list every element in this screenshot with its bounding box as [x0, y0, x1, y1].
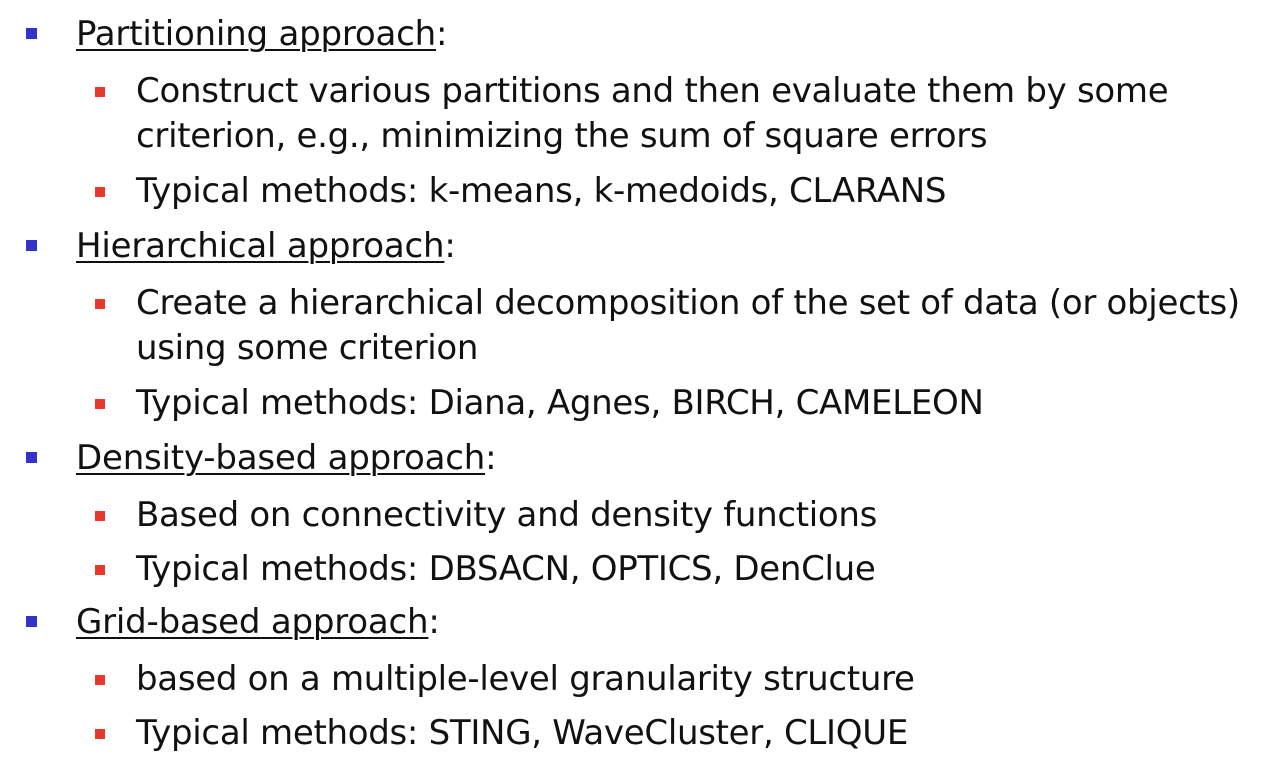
list-item-text: Typical methods: Diana, Agnes, BIRCH, CA… — [136, 383, 984, 423]
square-bullet-icon — [26, 452, 37, 463]
square-bullet-icon — [26, 240, 37, 251]
section-hierarchical: Hierarchical approach: Create a hierarch… — [0, 226, 1269, 423]
square-bullet-icon — [95, 675, 105, 685]
heading-label: Partitioning approach — [76, 14, 436, 54]
section-density-based: Density-based approach: Based on connect… — [0, 438, 1269, 589]
square-bullet-icon — [26, 28, 37, 39]
square-bullet-icon — [95, 565, 105, 575]
list-item-text: based on a multiple-level granularity st… — [136, 659, 915, 699]
list-item-text: Typical methods: STING, WaveCluster, CLI… — [136, 713, 909, 753]
heading-colon: : — [436, 14, 448, 54]
section-heading: Grid-based approach: — [0, 602, 1269, 646]
list-item-text: Typical methods: DBSACN, OPTICS, DenClue — [136, 549, 876, 589]
heading-label: Density-based approach — [76, 438, 486, 478]
section-grid-based: Grid-based approach: based on a multiple… — [0, 602, 1269, 753]
square-bullet-icon — [95, 299, 105, 309]
heading-text: Hierarchical approach: — [76, 226, 456, 266]
heading-colon: : — [444, 226, 456, 266]
list-item-text: Construct various partitions and then ev… — [136, 71, 1169, 156]
section-heading: Hierarchical approach: — [0, 226, 1269, 270]
heading-colon: : — [428, 602, 440, 642]
slide: Partitioning approach: Construct various… — [0, 0, 1269, 770]
list-item-text: Based on connectivity and density functi… — [136, 495, 878, 535]
square-bullet-icon — [95, 399, 105, 409]
heading-label: Hierarchical approach — [76, 226, 445, 266]
heading-colon: : — [485, 438, 497, 478]
heading-text: Grid-based approach: — [76, 602, 440, 642]
section-heading: Density-based approach: — [0, 438, 1269, 482]
heading-text: Partitioning approach: — [76, 14, 447, 54]
square-bullet-icon — [26, 616, 37, 627]
list-item-text: Typical methods: k-means, k-medoids, CLA… — [136, 171, 947, 211]
square-bullet-icon — [95, 729, 105, 739]
heading-text: Density-based approach: — [76, 438, 497, 478]
heading-label: Grid-based approach — [76, 602, 429, 642]
section-heading: Partitioning approach: — [0, 14, 1269, 58]
list-item-text: Create a hierarchical decomposition of t… — [136, 283, 1240, 368]
square-bullet-icon — [95, 87, 105, 97]
section-partitioning: Partitioning approach: Construct various… — [0, 14, 1269, 211]
square-bullet-icon — [95, 511, 105, 521]
square-bullet-icon — [95, 187, 105, 197]
